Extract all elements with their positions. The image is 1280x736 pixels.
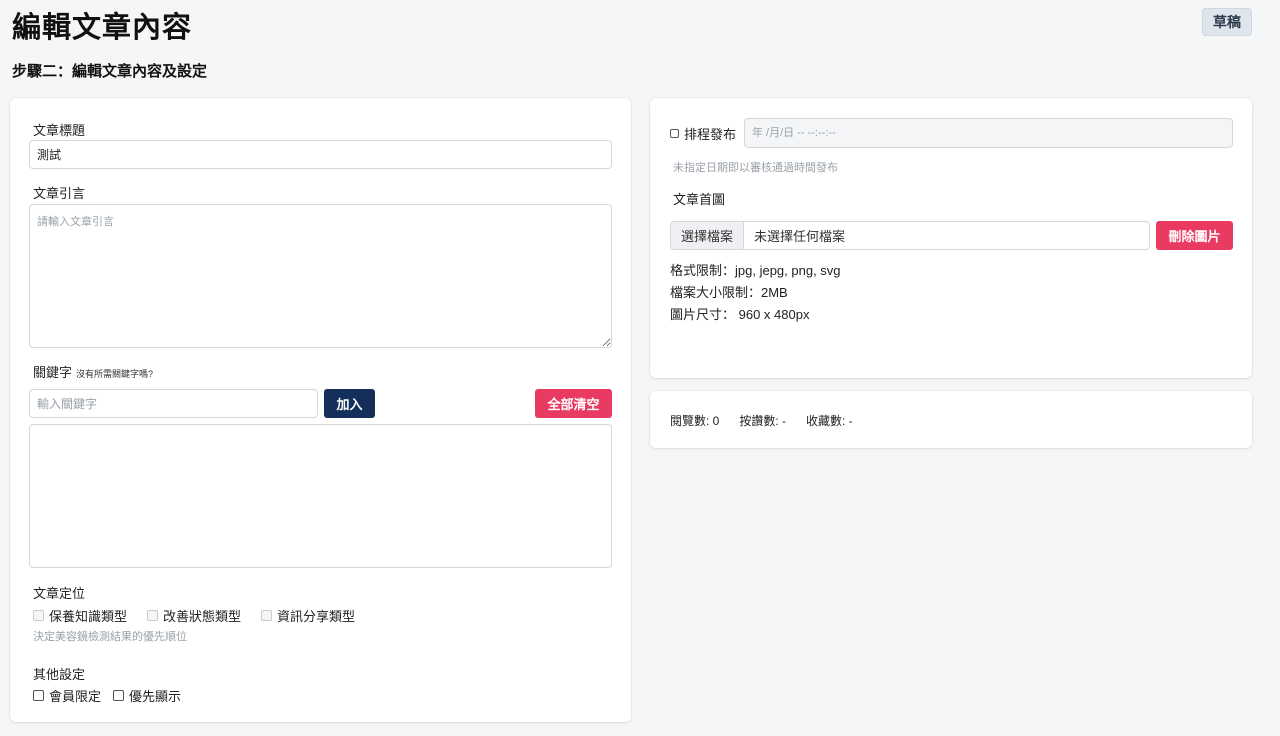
- size-limit: 檔案大小限制：2MB: [670, 285, 788, 300]
- position-options: 保養知識類型 改善狀態類型 資訊分享類型: [33, 606, 375, 625]
- checkbox-icon[interactable]: [147, 610, 159, 621]
- likes-count: 按讚數: -: [739, 414, 787, 428]
- keyword-tags-area: [29, 424, 612, 568]
- add-keyword-button[interactable]: 加入: [324, 389, 375, 418]
- views-count: 閱覽數: 0: [670, 414, 720, 428]
- position-label: 文章定位: [33, 586, 86, 601]
- step-title: 步驟二：編輯文章內容及設定: [12, 63, 208, 80]
- keyword-input[interactable]: [29, 389, 318, 418]
- checkbox-icon[interactable]: [113, 690, 125, 701]
- choose-file-button[interactable]: 選擇檔案: [671, 222, 745, 249]
- publish-settings-card: 排程發布 未指定日期即以審核通過時間發布 文章首圖 選擇檔案 未選擇任何檔案 刪…: [650, 98, 1252, 378]
- keyword-label-row: 關鍵字 沒有所需關鍵字嗎?: [33, 362, 153, 381]
- excerpt-label: 文章引言: [33, 186, 86, 201]
- position-option-share[interactable]: 資訊分享類型: [261, 606, 355, 625]
- other-settings-options: 會員限定 優先顯示: [33, 686, 193, 705]
- stats-card: 閱覽數: 0 按讚數: - 收藏數: -: [650, 391, 1252, 448]
- schedule-label: 排程發布: [684, 127, 737, 142]
- title-label: 文章標題: [33, 123, 86, 138]
- clear-keywords-button[interactable]: 全部清空: [535, 389, 612, 418]
- cover-label: 文章首圖: [673, 192, 726, 207]
- keyword-request-link[interactable]: 沒有所需關鍵字嗎?: [76, 369, 153, 379]
- position-hint: 決定美容鏡檢測結果的優先順位: [33, 631, 187, 643]
- checkbox-icon[interactable]: [261, 610, 273, 621]
- schedule-hint: 未指定日期即以審核通過時間發布: [673, 162, 838, 174]
- keyword-label: 關鍵字: [33, 365, 73, 380]
- article-content-card: 文章標題 文章引言 關鍵字沒有所需關鍵字嗎? 加入 全部清空 文章定位 保養知識…: [10, 98, 631, 722]
- other-settings-label: 其他設定: [33, 667, 86, 682]
- image-dimensions: 圖片尺寸： 960 x 480px: [670, 307, 810, 322]
- page-title: 編輯文章內容: [12, 12, 193, 44]
- file-status: 未選擇任何檔案: [754, 229, 846, 244]
- checkbox-icon[interactable]: [33, 690, 44, 701]
- delete-image-button[interactable]: 刪除圖片: [1156, 221, 1233, 250]
- favorites-count: 收藏數: -: [806, 414, 853, 428]
- option-priority-display[interactable]: 優先顯示: [113, 686, 181, 705]
- position-option-improve[interactable]: 改善狀態類型: [147, 606, 241, 625]
- format-limit: 格式限制：jpg, jepg, png, svg: [670, 263, 841, 278]
- checkbox-icon[interactable]: [670, 129, 679, 138]
- cover-file-input[interactable]: 選擇檔案 未選擇任何檔案: [670, 221, 1150, 250]
- checkbox-icon[interactable]: [33, 610, 44, 621]
- status-badge: 草稿: [1202, 8, 1252, 36]
- option-member-only[interactable]: 會員限定: [33, 686, 101, 705]
- position-option-care[interactable]: 保養知識類型: [33, 606, 127, 625]
- stats-row: 閱覽數: 0 按讚數: - 收藏數: -: [670, 412, 873, 429]
- schedule-datetime-input[interactable]: [744, 118, 1233, 148]
- excerpt-textarea[interactable]: [29, 204, 612, 348]
- schedule-toggle[interactable]: 排程發布: [670, 124, 736, 143]
- title-input[interactable]: [29, 140, 612, 169]
